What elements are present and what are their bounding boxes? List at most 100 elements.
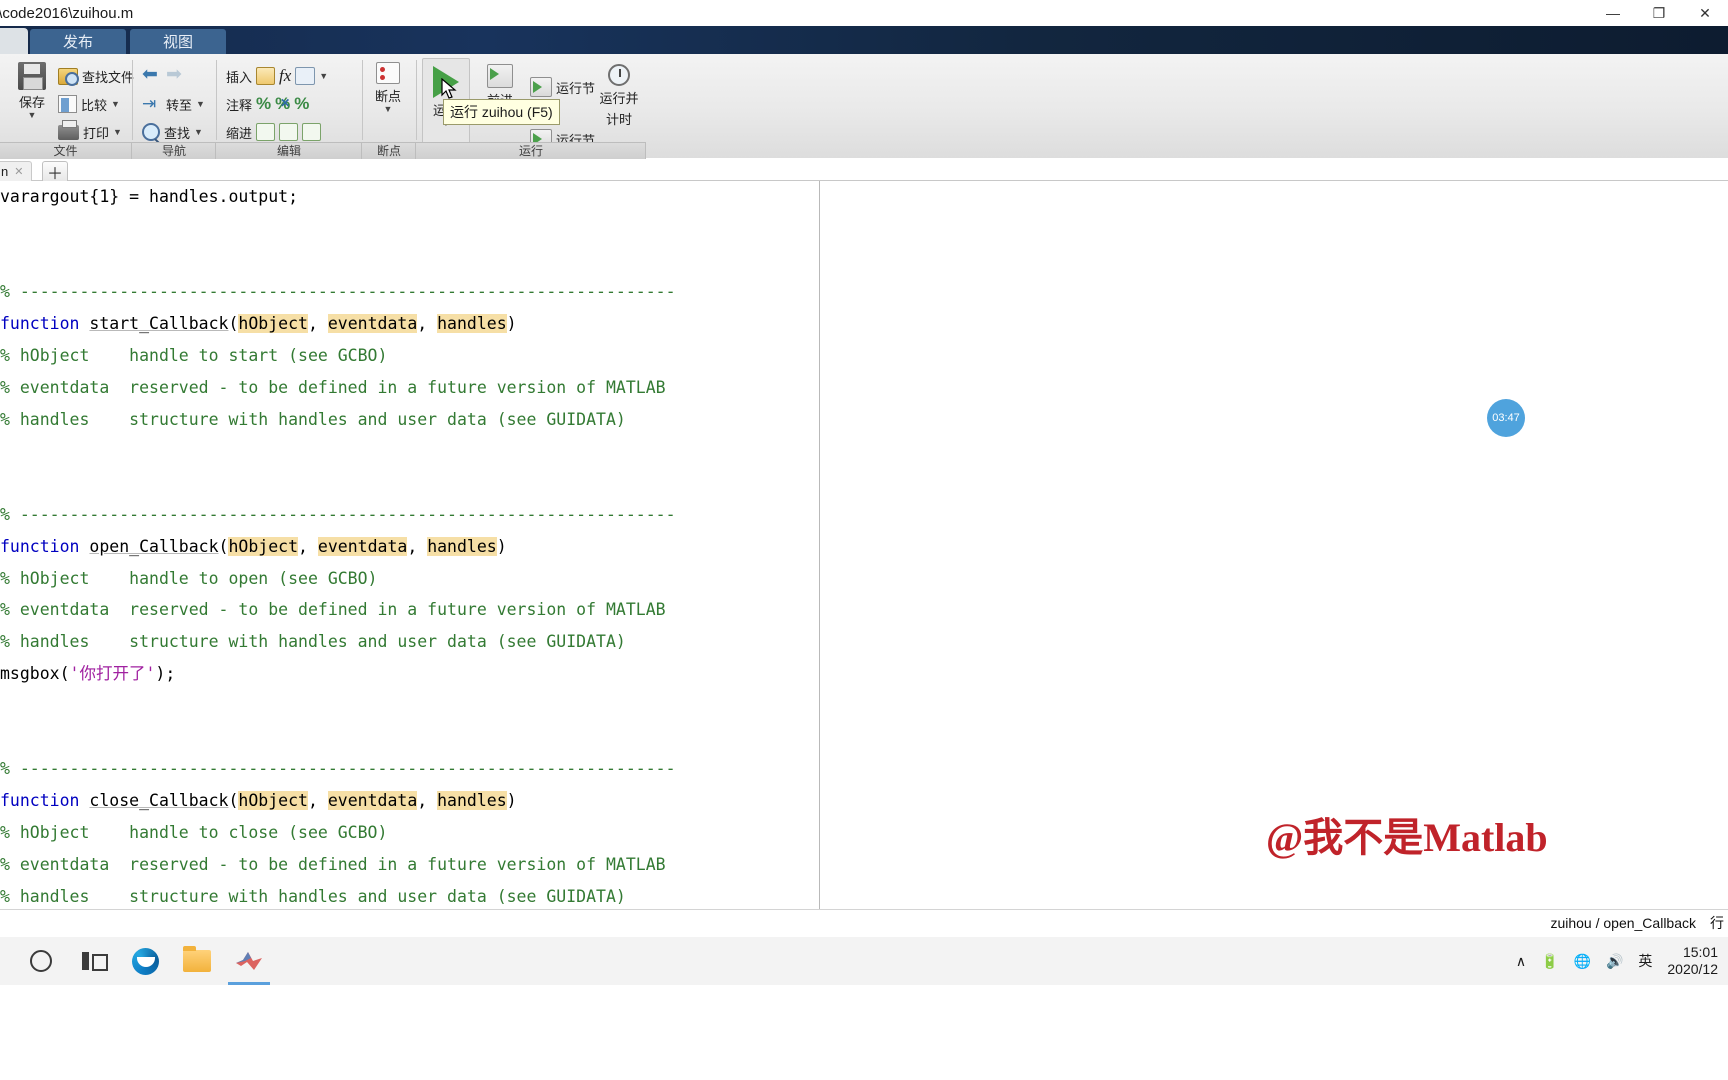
code-token: , (298, 536, 318, 556)
new-tab-button[interactable]: ＋ (42, 161, 68, 183)
chevron-down-icon[interactable]: ▼ (113, 128, 122, 137)
unused-arg-token: hObject (238, 791, 308, 811)
editor-tab-label: n (1, 164, 9, 179)
code-line: % hObject handle to start (see GCBO) (0, 340, 676, 372)
code-token: ( (228, 791, 239, 811)
code-token: msgbox( (0, 663, 70, 683)
find-label: 查找 (164, 125, 191, 141)
tab-publish[interactable]: 发布 (30, 29, 126, 54)
indent-label: 缩进 (226, 125, 253, 141)
window-title-path: :\code2016\zuihou.m (0, 4, 134, 22)
goto-label: 转至 (166, 97, 193, 113)
insert-block-icon[interactable] (256, 67, 276, 85)
tray-chevron-icon[interactable]: ∧ (1516, 953, 1526, 970)
breakpoints-label: 断点 (374, 89, 401, 104)
back-arrow-icon[interactable]: ⬅ (142, 65, 162, 85)
indent-left-icon[interactable] (302, 123, 322, 141)
windows-taskbar: ∧ 🔋 🌐 🔊 英 15:01 2020/12 (0, 937, 1728, 1080)
compare-icon (58, 95, 77, 113)
find-files-button[interactable]: 查找文件 (58, 63, 134, 89)
chevron-down-icon[interactable]: ▼ (111, 100, 120, 109)
code-token: ) (506, 314, 517, 334)
chevron-down-icon[interactable]: ▼ (28, 111, 37, 120)
code-token: '你打开了' (69, 663, 156, 683)
clock-time: 15:01 (1682, 944, 1718, 960)
code-line: % handles structure with handles and use… (0, 404, 676, 436)
editor-right-pane[interactable] (820, 181, 1728, 909)
status-location: zuihou / open_Callback (1550, 915, 1696, 931)
comment-icon[interactable]: % (256, 94, 271, 114)
file-explorer-icon[interactable] (182, 946, 212, 976)
battery-icon[interactable]: 🔋 (1541, 953, 1558, 970)
insert-fi-icon[interactable] (295, 67, 316, 85)
save-button[interactable]: 保存 ▼ (6, 62, 58, 120)
code-token: ) (506, 791, 517, 811)
unused-arg-token: hObject (238, 314, 308, 334)
matlab-icon[interactable] (228, 946, 270, 985)
volume-icon[interactable]: 🔊 (1606, 953, 1623, 970)
chevron-down-icon[interactable]: ▼ (319, 72, 328, 81)
minimize-button[interactable]: — (1590, 0, 1636, 26)
code-line: function close_Callback(hObject, eventda… (0, 785, 676, 817)
code-token: % hObject handle to open (see GCBO) (0, 568, 378, 588)
tab-scroll-left[interactable] (0, 28, 28, 54)
code-line: function open_Callback(hObject, eventdat… (0, 531, 676, 563)
chevron-down-icon[interactable]: ▼ (196, 100, 205, 109)
code-line: msgbox('你打开了'); (0, 658, 676, 690)
tab-view[interactable]: 视图 (130, 29, 226, 54)
group-label-file: 文件 (0, 143, 132, 160)
indent-right-icon[interactable] (279, 123, 299, 141)
run-section-icon-2 (530, 77, 552, 97)
code-token: start_Callback (89, 314, 229, 334)
taskbar-clock[interactable]: 15:01 2020/12 (1667, 944, 1718, 978)
run-button-tooltip: 运行 zuihou (F5) (443, 99, 560, 125)
code-line: % hObject handle to close (see GCBO) (0, 817, 676, 849)
print-label: 打印 (83, 125, 110, 141)
run-time-label-1: 运行并 (599, 91, 639, 106)
code-token: % handles structure with handles and use… (0, 886, 626, 906)
chevron-down-icon[interactable]: ▼ (194, 128, 203, 137)
code-token: % --------------------------------------… (0, 504, 676, 524)
ime-indicator[interactable]: 英 (1638, 951, 1652, 971)
code-token: , (407, 536, 428, 556)
code-line: % handles structure with handles and use… (0, 881, 676, 909)
compare-button[interactable]: 比较 ▼ (58, 91, 120, 117)
smart-indent-icon[interactable] (256, 123, 276, 141)
unused-arg-token: eventdata (327, 791, 418, 811)
status-line-label: 行 (1710, 915, 1724, 931)
task-view-icon[interactable] (78, 946, 108, 976)
editor-tab-zuihou[interactable]: n ✕ (0, 161, 33, 181)
code-line: % --------------------------------------… (0, 499, 676, 531)
comment-row[interactable]: 注释 % % % (226, 91, 309, 117)
ribbon-group-labels: 文件 导航 编辑 断点 运行 (0, 142, 646, 160)
nav-back-forward[interactable]: ⬅ ➡ (142, 63, 186, 89)
cortana-icon[interactable] (26, 946, 56, 976)
code-token: ( (228, 314, 239, 334)
insert-function-icon[interactable]: fx (279, 66, 291, 86)
goto-button[interactable]: ⇥ 转至 ▼ (142, 91, 205, 117)
uncomment-icon[interactable]: % (275, 94, 290, 114)
restore-button[interactable]: ❐ (1636, 0, 1682, 26)
run-section-top[interactable]: 运行节 (530, 74, 595, 100)
window-controls: — ❐ ✕ (1590, 0, 1728, 26)
run-and-time-button[interactable]: 运行并 计时 (594, 64, 644, 128)
chevron-down-icon[interactable]: ▼ (384, 105, 393, 114)
network-icon[interactable]: 🌐 (1574, 953, 1591, 970)
close-button[interactable]: ✕ (1682, 0, 1728, 26)
code-text[interactable]: varargout{1} = handles.output; % --------… (0, 181, 676, 909)
unused-arg-token: eventdata (327, 314, 418, 334)
wrap-comment-icon[interactable]: % (294, 94, 309, 114)
code-token: % --------------------------------------… (0, 759, 676, 779)
print-icon (58, 119, 79, 140)
code-token: % hObject handle to close (see GCBO) (0, 822, 388, 842)
breakpoints-button[interactable]: 断点 ▼ (362, 62, 414, 114)
insert-row[interactable]: 插入 fx ▼ (226, 63, 328, 89)
clock-date: 2020/12 (1667, 961, 1718, 977)
edge-icon[interactable] (130, 946, 160, 976)
close-icon[interactable]: ✕ (14, 165, 23, 178)
unused-arg-token: eventdata (317, 536, 408, 556)
code-line: % eventdata reserved - to be defined in … (0, 594, 676, 626)
